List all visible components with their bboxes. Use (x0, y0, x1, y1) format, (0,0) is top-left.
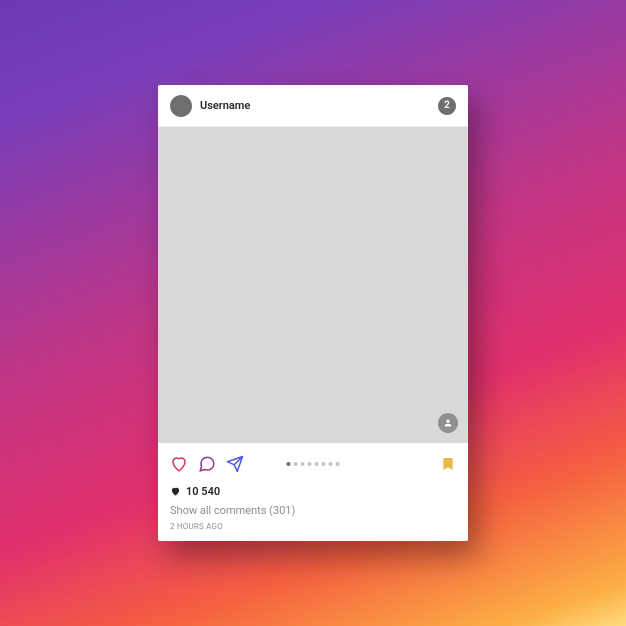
notification-badge[interactable]: 2 (438, 97, 456, 115)
carousel-dot[interactable] (336, 462, 340, 466)
post-card: Username 2 (158, 85, 468, 541)
carousel-dot[interactable] (315, 462, 319, 466)
post-header: Username 2 (158, 85, 468, 127)
carousel-dots (287, 462, 340, 466)
person-tag-icon[interactable] (438, 413, 458, 433)
action-row (170, 451, 456, 477)
like-icon[interactable] (170, 455, 188, 473)
comment-icon[interactable] (198, 455, 216, 473)
likes-count: 10 540 (186, 485, 220, 498)
show-comments-link[interactable]: Show all comments (301) (170, 504, 456, 517)
avatar[interactable] (170, 95, 192, 117)
bookmark-icon[interactable] (440, 455, 456, 473)
share-icon[interactable] (226, 455, 244, 473)
carousel-dot[interactable] (301, 462, 305, 466)
heart-icon (170, 486, 181, 497)
carousel-dot[interactable] (322, 462, 326, 466)
post-footer: 10 540 Show all comments (301) 2 HOURS A… (158, 443, 468, 541)
timestamp: 2 HOURS AGO (170, 522, 456, 531)
username-label[interactable]: Username (200, 99, 250, 112)
carousel-dot[interactable] (329, 462, 333, 466)
likes-row[interactable]: 10 540 (170, 485, 456, 498)
carousel-dot[interactable] (308, 462, 312, 466)
carousel-dot[interactable] (294, 462, 298, 466)
badge-count: 2 (444, 100, 450, 111)
action-icons (170, 455, 244, 473)
carousel-dot[interactable] (287, 462, 291, 466)
post-image[interactable] (158, 127, 468, 443)
